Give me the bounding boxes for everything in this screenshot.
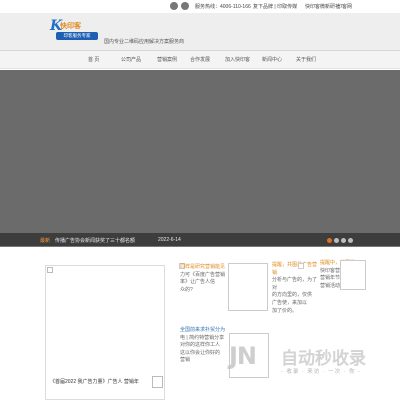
- top-link-wechat[interactable]: 快印客微新研社: [305, 3, 340, 10]
- hero-banner[interactable]: [0, 70, 400, 246]
- hotline-text: 服务热线：4006-110-166: [195, 4, 251, 10]
- watermark-subtitle: - 收录 · 来访 · 一次 · 你 -: [281, 369, 361, 375]
- article-col-1[interactable]: 同样是研究营销能见 力可《百度广告营销 率》让广告人信 众的?: [180, 264, 230, 294]
- article-line: 广告使，来加以: [272, 299, 308, 306]
- nav-products[interactable]: 公司产品: [121, 56, 141, 63]
- article-thumb-icon[interactable]: [228, 263, 268, 311]
- featured-card[interactable]: 《首届2022 我广告力量》广告人 营销年: [45, 265, 165, 400]
- slide-dot[interactable]: [334, 238, 339, 243]
- slide-dot[interactable]: [327, 238, 332, 243]
- nav-cases[interactable]: 营销案例: [157, 56, 177, 63]
- ticker-date: 2022-6-14: [158, 237, 181, 243]
- article-line: 对你的这样你工人: [180, 342, 221, 349]
- article-col-1b[interactable]: 全国前来求扑贸分为 电 | 简约特营销分享 对你的这样你工人 这以你会让你好的 …: [180, 327, 230, 365]
- card-thumb-icon[interactable]: [152, 376, 163, 388]
- watermark-logo: JN: [229, 342, 257, 370]
- logo-text: 快印客: [60, 23, 81, 30]
- nav-news[interactable]: 新闻中心: [262, 56, 282, 63]
- article-line: 同样是研究营销能见: [180, 264, 226, 270]
- main-nav: 首 页 公司产品 营销案例 合作发展 加入快印客 新闻中心 关于我们: [0, 51, 400, 69]
- article-line: 营销: [180, 357, 191, 364]
- nav-home[interactable]: 首 页: [88, 56, 99, 63]
- article-col-2[interactable]: 提醒，共图是广告营销 分析与广告的，为了对 的方向里的，仅供 广告使，来加以 加…: [272, 262, 320, 315]
- nav-cooperation[interactable]: 合作发展: [190, 56, 210, 63]
- wechat-icon[interactable]: [170, 2, 178, 10]
- slide-dot[interactable]: [348, 238, 353, 243]
- slide-dots: [327, 238, 353, 243]
- article-line: 的方向里的，仅供: [272, 292, 313, 299]
- article-line: 率》让广告人信: [180, 279, 216, 286]
- ticker-tag: 最新: [40, 238, 51, 244]
- article-line: 分析与广告的，为了对: [272, 277, 318, 291]
- watermark: JN 自动秒收录 - 收录 · 来访 · 一次 · 你 -: [225, 336, 400, 386]
- top-bar: 服务热线：4006-110-166 复下品牌 | 印取传媒 快印客微新研社 印客…: [0, 0, 400, 13]
- article-line: 全国前来求扑贸分为: [180, 327, 226, 333]
- card-image-icon: [47, 267, 53, 273]
- social-icons: [170, 2, 189, 10]
- article-line: 加了价的。: [272, 307, 298, 314]
- nav-join[interactable]: 加入快印客: [225, 56, 250, 63]
- ticker-text[interactable]: 传播广告协会新闻获奖了三十都名额: [55, 237, 135, 244]
- weibo-icon[interactable]: [181, 2, 189, 10]
- top-link-site[interactable]: 印客网: [337, 3, 352, 10]
- nav-about[interactable]: 关于我们: [296, 56, 316, 63]
- top-link-group[interactable]: 复下品牌 | 印取传媒: [253, 3, 297, 10]
- slide-dot[interactable]: [341, 238, 346, 243]
- site-header: K 快印客 印客服务专家 国内专业二维码应用解决方案服务商: [0, 13, 400, 51]
- site-logo[interactable]: K 快印客 印客服务专家: [50, 18, 102, 42]
- article-thumb-icon[interactable]: [298, 263, 304, 269]
- article-line: 提醒，共图是广告营销: [272, 262, 318, 276]
- article-thumb-icon[interactable]: [340, 260, 366, 290]
- site-slogan: 国内专业二维码应用解决方案服务商: [104, 39, 185, 45]
- logo-badge: 印客服务专家: [56, 32, 98, 40]
- card-caption[interactable]: 《首届2022 我广告力量》广告人 营销年: [50, 378, 139, 385]
- article-line: 众的?: [180, 286, 193, 293]
- watermark-title: 自动秒收录: [281, 349, 366, 368]
